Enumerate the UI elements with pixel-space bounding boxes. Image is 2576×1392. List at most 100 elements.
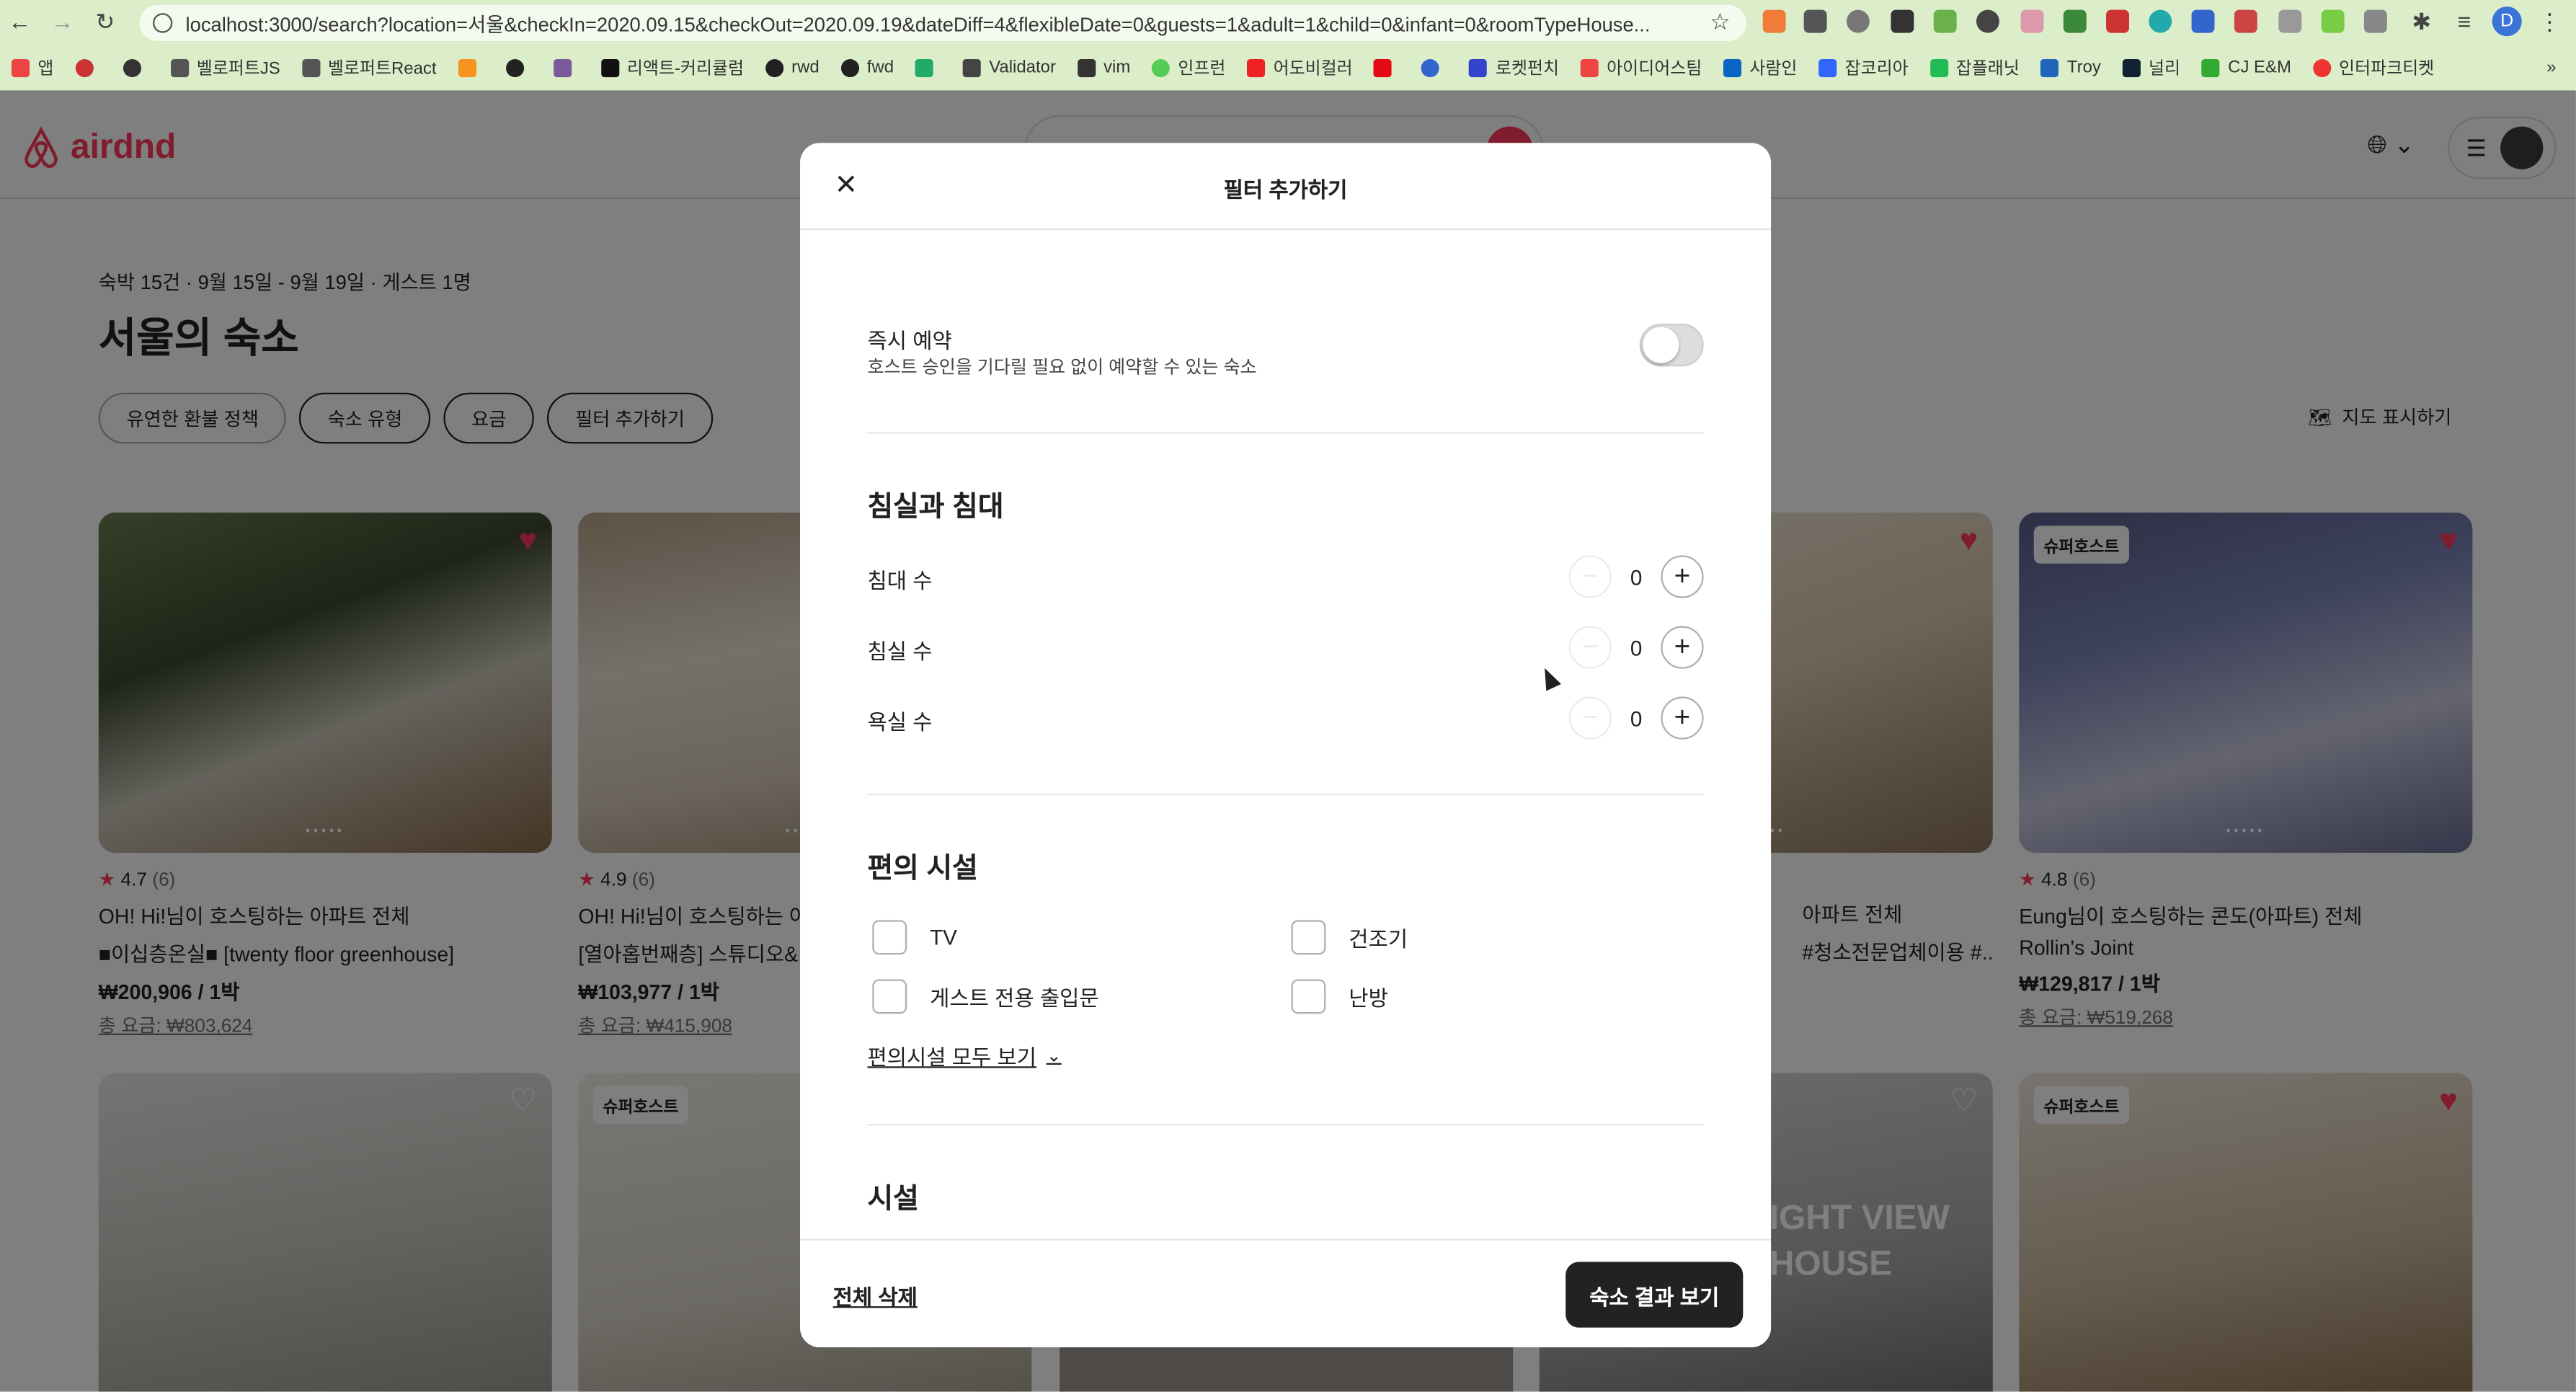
beds-stepper: − 0 + <box>1568 555 1704 598</box>
notion-icon <box>600 58 619 76</box>
bookmark-item[interactable]: 벨로퍼트JS <box>170 55 280 79</box>
extension-icon[interactable] <box>2063 9 2087 33</box>
bookmark-favicon <box>840 58 859 76</box>
extension-icon[interactable] <box>1976 9 1999 33</box>
bookmark-star-icon[interactable]: ☆ <box>1704 5 1737 38</box>
extension-icon[interactable] <box>2234 9 2257 33</box>
bookmark-item[interactable]: 벨로퍼트React <box>301 55 437 79</box>
extension-icon[interactable] <box>2363 9 2387 33</box>
bookmark-item[interactable] <box>75 58 101 76</box>
bookmark-item[interactable]: fwd <box>840 58 894 77</box>
github-icon <box>505 58 524 76</box>
instant-book-toggle[interactable] <box>1639 324 1704 367</box>
extension-icon[interactable] <box>2278 9 2302 33</box>
bookmark-item[interactable]: 널리 <box>2122 55 2180 79</box>
bookmark-item[interactable]: 인터파크티켓 <box>2312 55 2434 79</box>
adobe-icon <box>1247 58 1266 76</box>
bookmark-favicon <box>75 58 94 76</box>
extension-icon[interactable] <box>2321 9 2345 33</box>
bookmark-item[interactable]: 로켓펀치 <box>1469 55 1559 79</box>
increment-button[interactable]: + <box>1661 696 1704 740</box>
modal-title: 필터 추가하기 <box>1223 177 1348 203</box>
bookmark-favicon <box>915 58 933 76</box>
bookmark-item[interactable] <box>123 58 148 76</box>
forward-icon[interactable]: → <box>46 5 79 38</box>
extension-icon[interactable] <box>2106 9 2129 33</box>
bookmark-item[interactable] <box>553 58 579 76</box>
more-vert-icon[interactable]: ⋮ <box>2533 5 2567 38</box>
bookmark-favicon <box>553 58 572 76</box>
extension-icon[interactable] <box>1933 9 1957 33</box>
bookmark-favicon <box>2122 58 2141 76</box>
checkbox[interactable] <box>872 979 907 1014</box>
bookmark-item[interactable]: 아이디어스팀 <box>1580 55 1702 79</box>
extension-icon[interactable] <box>2020 9 2044 33</box>
checkbox[interactable] <box>872 920 907 955</box>
beds-label: 침대 수 <box>867 568 933 593</box>
extension-icon[interactable] <box>1891 9 1914 33</box>
netflix-icon <box>1374 58 1393 76</box>
bookmark-item[interactable]: vim <box>1077 58 1130 77</box>
bookmark-apps[interactable]: 앱 <box>11 55 53 79</box>
puzzle-icon[interactable]: ✱ <box>2405 5 2438 38</box>
decrement-button[interactable]: − <box>1568 555 1612 598</box>
bookmark-item[interactable]: 사람인 <box>1723 55 1797 79</box>
address-bar[interactable]: localhost:3000/search?location=서울&checkI… <box>139 4 1746 41</box>
reload-icon[interactable]: ↻ <box>89 5 122 38</box>
extension-icon[interactable] <box>1803 9 1827 33</box>
bookmark-item[interactable] <box>1421 58 1447 76</box>
divider <box>867 432 1704 434</box>
amenity-checkbox-tv[interactable]: TV <box>872 920 957 955</box>
bookmark-item[interactable] <box>505 58 531 76</box>
bookmark-favicon <box>1580 58 1599 76</box>
reading-list-icon[interactable]: ≡ <box>2448 5 2481 38</box>
extension-icon[interactable] <box>1762 9 1786 33</box>
profile-avatar[interactable]: D <box>2492 6 2522 37</box>
bookmark-item[interactable]: Validator <box>962 58 1056 77</box>
stepper-value: 0 <box>1630 564 1643 590</box>
decrement-button[interactable]: − <box>1568 626 1612 669</box>
stepper-value: 0 <box>1630 705 1643 731</box>
show-results-button[interactable]: 숙소 결과 보기 <box>1565 1262 1744 1328</box>
bedrooms-stepper: − 0 + <box>1568 626 1704 669</box>
extension-icon[interactable] <box>2149 9 2172 33</box>
checkbox[interactable] <box>1291 979 1326 1014</box>
show-all-amenities-link[interactable]: 편의시설 모두 보기 ⌄ <box>867 1040 1061 1071</box>
bedrooms-label: 침실 수 <box>867 639 933 664</box>
bookmark-item[interactable]: 인프런 <box>1151 55 1225 79</box>
url-text: localhost:3000/search?location=서울&checkI… <box>185 12 1651 36</box>
amenity-checkbox-dryer[interactable]: 건조기 <box>1291 920 1408 955</box>
browser-chrome: ← → ↻ localhost:3000/search?location=서울&… <box>0 0 2576 91</box>
divider <box>867 793 1704 796</box>
bookmark-item[interactable]: 잡코리아 <box>1818 55 1909 79</box>
instant-book-title: 즉시 예약 <box>867 328 952 354</box>
bookmark-favicon <box>1077 58 1096 76</box>
divider <box>867 1124 1704 1126</box>
bookmark-item[interactable]: Troy <box>2040 58 2101 77</box>
bookmark-item[interactable] <box>458 58 484 76</box>
bookmark-item[interactable] <box>915 58 941 76</box>
bookmark-item[interactable]: 어도비컬러 <box>1247 55 1353 79</box>
back-icon[interactable]: ← <box>4 5 37 38</box>
amenity-checkbox-private-entrance[interactable]: 게스트 전용 출입문 <box>872 979 1099 1014</box>
modal-footer: 전체 삭제 숙소 결과 보기 <box>800 1238 1772 1348</box>
bookmark-item[interactable]: rwd <box>765 58 820 77</box>
amenity-checkbox-heating[interactable]: 난방 <box>1291 979 1388 1014</box>
section-title-rooms: 침실과 침대 <box>867 491 1004 523</box>
extension-icon[interactable] <box>1846 9 1870 33</box>
bookmark-item[interactable]: 잡플래닛 <box>1929 55 2020 79</box>
checkbox[interactable] <box>1291 920 1326 955</box>
bookmarks-overflow-icon[interactable]: » <box>2546 58 2556 77</box>
clear-all-button[interactable]: 전체 삭제 <box>833 1280 918 1311</box>
decrement-button[interactable]: − <box>1568 696 1612 740</box>
bookmark-item[interactable]: 리액트-커리큘럼 <box>600 55 744 79</box>
bookmark-item[interactable]: CJ E&M <box>2201 58 2291 77</box>
linkedin-icon <box>1723 58 1741 76</box>
extension-icon[interactable] <box>2191 9 2215 33</box>
increment-button[interactable]: + <box>1661 555 1704 598</box>
bookmark-item[interactable] <box>1374 58 1400 76</box>
increment-button[interactable]: + <box>1661 626 1704 669</box>
bookmark-favicon <box>1151 58 1171 76</box>
info-icon <box>152 13 173 33</box>
stepper-value: 0 <box>1630 634 1643 660</box>
